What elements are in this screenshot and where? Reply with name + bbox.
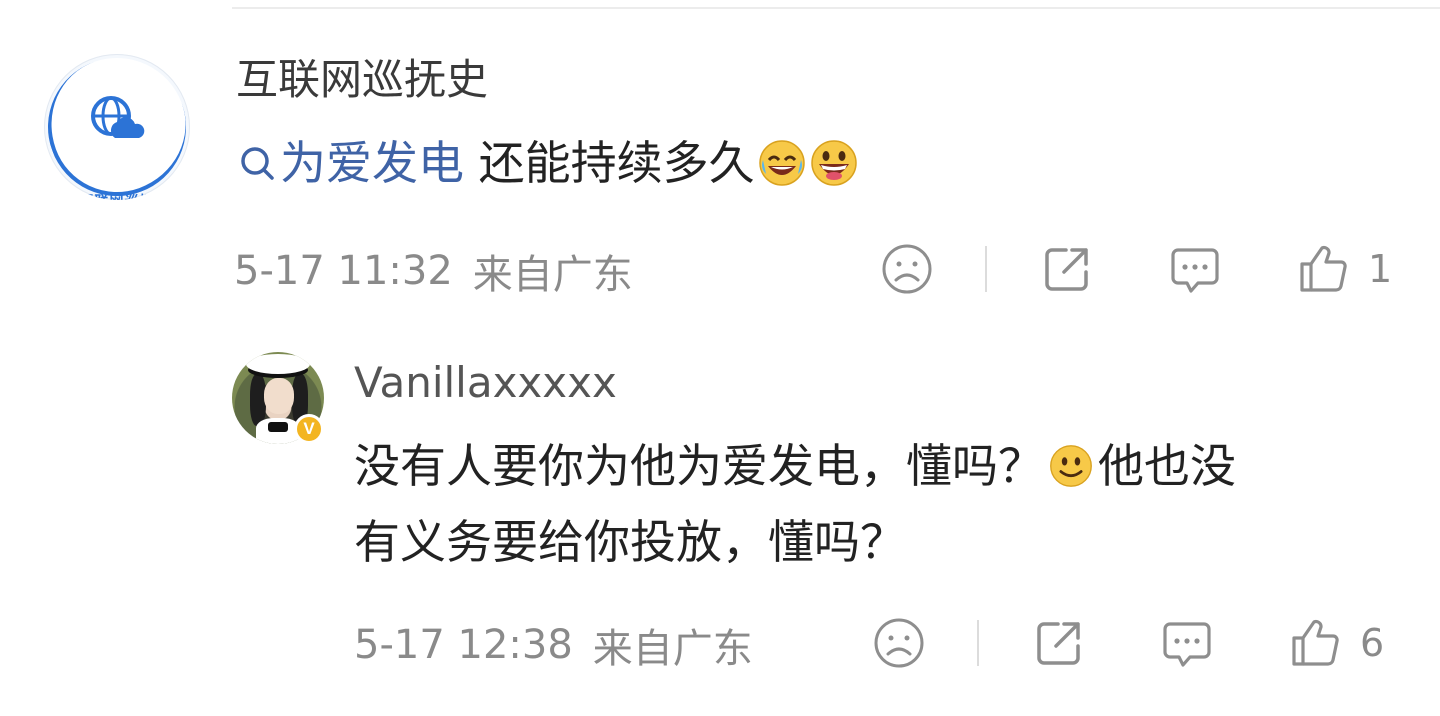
reply-comment-button[interactable] [1160,616,1214,670]
share-icon [1037,622,1080,665]
search-icon [241,147,274,180]
topic-text[interactable]: 为爱发电 [280,132,464,194]
smile-emoji [1050,445,1092,487]
reply-timestamp: 5-17 12:38 [354,622,573,668]
post-content: 为爱发电 还能持续多久 [238,132,859,194]
reply-text-part-1: 没有人要你为他为爱发电，懂吗？ [354,439,1044,493]
action-divider [985,246,987,292]
reply-location: 来自广东 [592,626,753,672]
reply-dislike-button[interactable] [872,616,926,670]
globe-cloud-icon [91,96,145,138]
top-divider [232,7,1440,9]
feed-page: 互联网巡抚 互联网巡抚史 为爱发电 还能持续多久 [0,0,1440,716]
author-avatar[interactable]: 互联网巡抚 [44,54,190,200]
reply-text-part-3: 有义务要给你投放，懂吗？ [354,515,906,569]
author-name[interactable]: 互联网巡抚史 [236,52,488,108]
reply-author-name[interactable]: Vanillaxxxxx [354,356,617,410]
reply-line-2: 有义务要给你投放，懂吗？ [354,504,1414,580]
like-button[interactable]: 1 [1296,242,1392,296]
dislike-face-icon [882,244,932,294]
dislike-face-icon [874,618,924,668]
post-text: 还能持续多久 [464,136,755,190]
reply-line-1: 没有人要你为他为爱发电，懂吗？ 他也没 [354,428,1414,504]
reply-share-button[interactable] [1032,616,1086,670]
action-divider [977,620,979,666]
reply-meta: 5-17 12:38 来自广东 [354,616,753,674]
like-thumb-icon [1300,245,1347,292]
share-icon [1045,248,1088,291]
reply-author-avatar[interactable]: V [232,352,324,444]
post-location: 来自广东 [472,252,633,298]
grin-emoji [810,140,857,186]
like-thumb-icon [1292,619,1339,666]
dislike-button[interactable] [880,242,934,296]
laugh-cry-emoji [758,140,805,186]
post-timestamp: 5-17 11:32 [234,248,453,294]
reply-like-count: 6 [1360,621,1385,665]
like-count: 1 [1368,247,1393,291]
reply-like-button[interactable]: 6 [1288,616,1384,670]
post-meta: 5-17 11:32 来自广东 [234,242,633,300]
topic-link[interactable]: 为爱发电 [238,132,464,194]
comment-icon [1163,622,1211,667]
comment-icon [1171,248,1219,293]
comment-button[interactable] [1168,242,1222,296]
reply-text-part-2: 他也没 [1098,439,1236,493]
verified-badge: V [294,414,324,444]
avatar-logo-text: 互联网巡抚 [44,191,190,200]
share-button[interactable] [1040,242,1094,296]
reply-content: 没有人要你为他为爱发电，懂吗？ 他也没 有义务要给你投放，懂吗？ [354,428,1414,580]
